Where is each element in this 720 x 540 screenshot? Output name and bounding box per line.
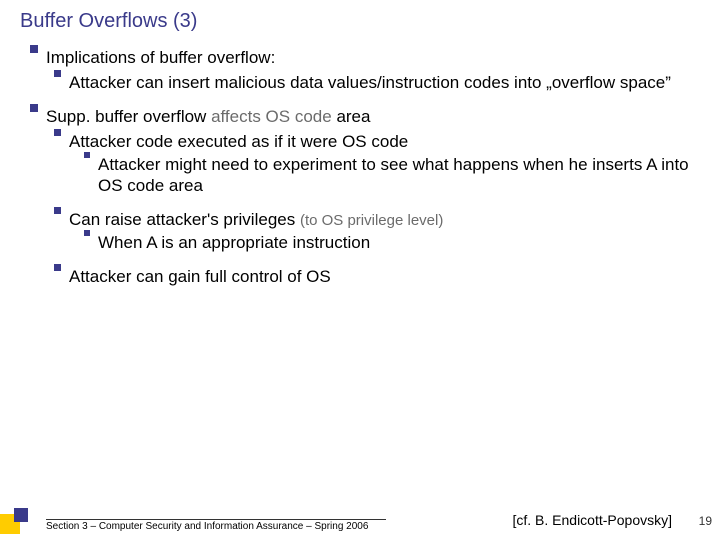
text-note: (to OS privilege level)	[300, 212, 443, 229]
square-bullet-icon	[54, 70, 61, 77]
slide-content: Implications of buffer overflow: Attacke…	[20, 47, 700, 287]
bullet-l3: Attacker might need to experiment to see…	[84, 154, 700, 197]
text-part: Supp. buffer overflow	[46, 107, 211, 126]
bullet-group-1: Implications of buffer overflow: Attacke…	[20, 47, 700, 94]
bullet-text: Attacker can gain full control of OS	[69, 266, 700, 287]
bullet-text: Supp. buffer overflow affects OS code ar…	[46, 106, 700, 127]
bullet-text: Attacker can insert malicious data value…	[69, 72, 700, 93]
square-bullet-icon	[54, 264, 61, 271]
bullet-l2: Can raise attacker's privileges (to OS p…	[54, 209, 700, 231]
bullet-group-3: Can raise attacker's privileges (to OS p…	[20, 209, 700, 254]
square-bullet-icon	[54, 129, 61, 136]
square-bullet-icon	[84, 152, 90, 158]
slide: Buffer Overflows (3) Implications of buf…	[0, 0, 720, 540]
corner-accent-icon	[0, 508, 40, 534]
bullet-text: When A is an appropriate instruction	[98, 232, 700, 253]
bullet-text: Attacker might need to experiment to see…	[98, 154, 700, 197]
bullet-l1: Implications of buffer overflow:	[30, 47, 700, 68]
bullet-l2: Attacker can gain full control of OS	[54, 266, 700, 287]
text-emphasis: affects OS code	[211, 107, 332, 126]
text-part: Can raise attacker's privileges	[69, 210, 300, 229]
text-part: area	[332, 107, 371, 126]
bullet-group-4: Attacker can gain full control of OS	[20, 266, 700, 287]
bullet-text: Implications of buffer overflow:	[46, 47, 700, 68]
page-number: 19	[699, 514, 712, 528]
navy-square-icon	[14, 508, 28, 522]
footer: Section 3 – Computer Security and Inform…	[0, 508, 720, 534]
square-bullet-icon	[54, 207, 61, 214]
square-bullet-icon	[30, 104, 38, 112]
bullet-l2: Attacker can insert malicious data value…	[54, 72, 700, 93]
square-bullet-icon	[84, 230, 90, 236]
citation: [cf. B. Endicott-Popovsky]	[512, 512, 672, 528]
bullet-text: Can raise attacker's privileges (to OS p…	[69, 209, 700, 231]
footer-text: Section 3 – Computer Security and Inform…	[46, 519, 386, 532]
bullet-l2: Attacker code executed as if it were OS …	[54, 131, 700, 152]
bullet-text: Attacker code executed as if it were OS …	[69, 131, 700, 152]
bullet-group-2: Supp. buffer overflow affects OS code ar…	[20, 106, 700, 197]
bullet-l1: Supp. buffer overflow affects OS code ar…	[30, 106, 700, 127]
bullet-l3: When A is an appropriate instruction	[84, 232, 700, 253]
slide-title: Buffer Overflows (3)	[20, 10, 700, 33]
square-bullet-icon	[30, 45, 38, 53]
